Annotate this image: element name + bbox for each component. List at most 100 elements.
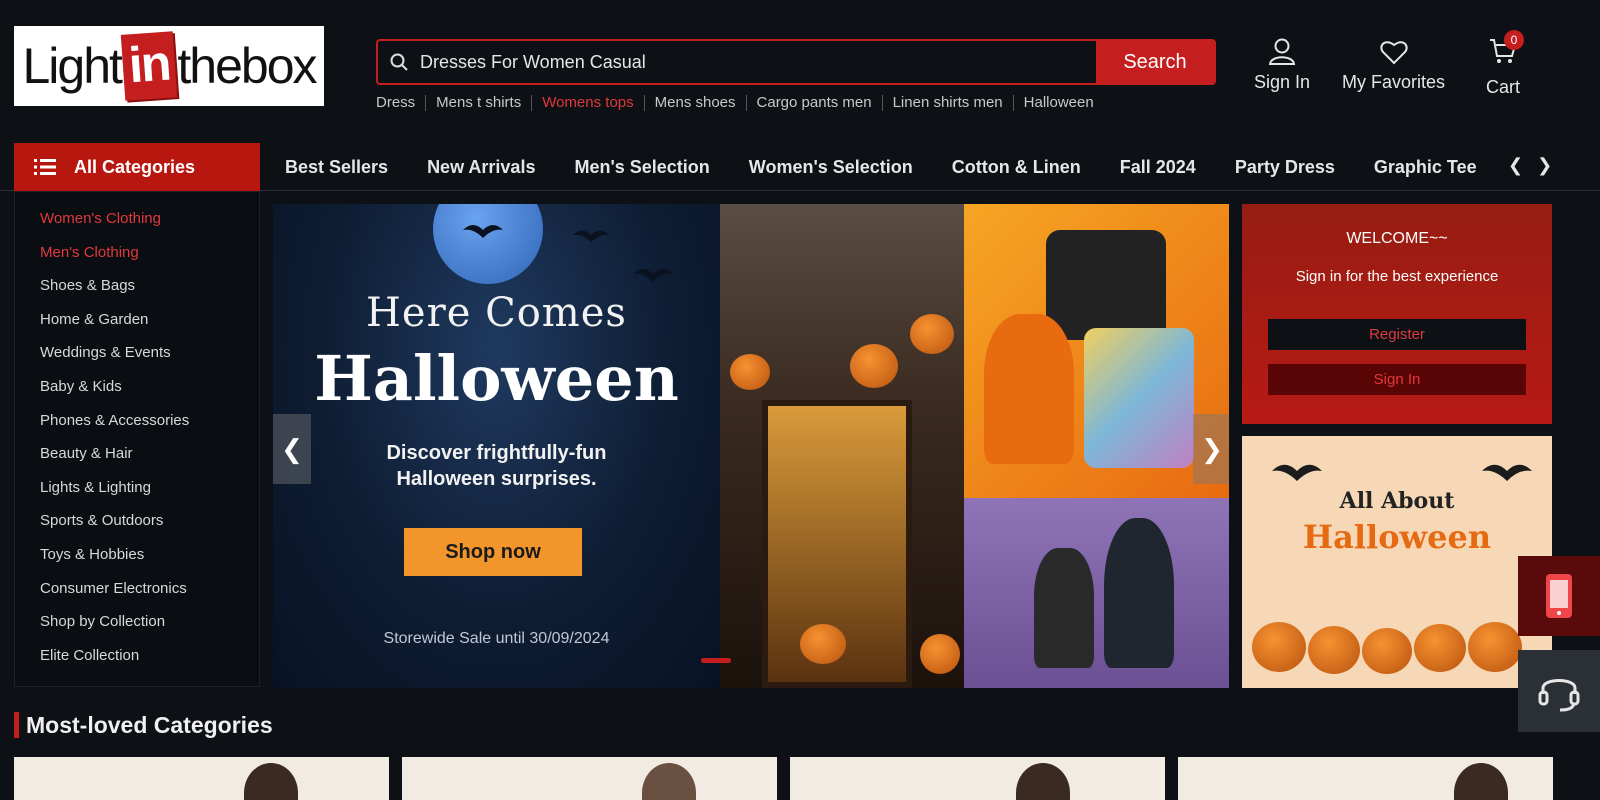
register-button[interactable]: Register bbox=[1268, 319, 1526, 350]
bat-decoration bbox=[633, 269, 673, 282]
hot-word-link[interactable]: Mens shoes bbox=[643, 95, 746, 111]
tshirt-image bbox=[1084, 328, 1194, 468]
pumpkin-decoration bbox=[800, 624, 846, 664]
cart-count-badge: 0 bbox=[1504, 30, 1524, 50]
hot-word-link[interactable]: Cargo pants men bbox=[745, 95, 882, 111]
pumpkin-decoration bbox=[910, 314, 954, 354]
sidebar-item[interactable]: Weddings & Events bbox=[15, 336, 259, 370]
pumpkin-decoration bbox=[1308, 626, 1360, 674]
nav-link[interactable]: Cotton & Linen bbox=[952, 157, 1081, 178]
category-sidebar: Women's Clothing Men's Clothing Shoes & Ba… bbox=[14, 191, 260, 687]
hot-word-link[interactable]: Linen shirts men bbox=[881, 95, 1013, 111]
nav-arrows: ❮ ❯ bbox=[1508, 155, 1552, 176]
cart-link[interactable]: 0 Cart bbox=[1486, 30, 1524, 98]
bat-decoration bbox=[1482, 464, 1532, 481]
favorites-label: My Favorites bbox=[1342, 72, 1446, 92]
moon-decoration bbox=[433, 204, 543, 284]
search-button[interactable]: Search bbox=[1096, 41, 1214, 83]
nav-link[interactable]: Fall 2024 bbox=[1120, 157, 1196, 178]
pumpkin-decoration bbox=[730, 354, 770, 390]
nav-link[interactable]: Men's Selection bbox=[574, 157, 709, 178]
bat-decoration bbox=[463, 225, 503, 238]
sidebar-item[interactable]: Phones & Accessories bbox=[15, 404, 259, 438]
sidebar-item[interactable]: Men's Clothing bbox=[15, 236, 259, 270]
pumpkin-decoration bbox=[1414, 624, 1466, 672]
welcome-panel: WELCOME~~ Sign in for the best experienc… bbox=[1242, 204, 1552, 424]
sidebar-item[interactable]: Elite Collection bbox=[15, 639, 259, 673]
user-icon bbox=[1268, 38, 1296, 65]
pumpkin-decoration bbox=[1252, 622, 1306, 672]
nav-next-icon[interactable]: ❯ bbox=[1537, 155, 1552, 176]
banner-subtitle-line1: Discover frightfully-fun bbox=[386, 442, 607, 464]
tshirt-image bbox=[1046, 230, 1166, 340]
figurine-image bbox=[1034, 548, 1094, 668]
category-card[interactable] bbox=[1178, 757, 1553, 800]
favorites-link[interactable]: My Favorites bbox=[1342, 36, 1445, 93]
sidebar-item[interactable]: Sports & Outdoors bbox=[15, 504, 259, 538]
carousel-dot-active[interactable] bbox=[701, 658, 731, 663]
model-image bbox=[1454, 763, 1508, 800]
dress-image bbox=[984, 314, 1074, 464]
sidebar-item[interactable]: Toys & Hobbies bbox=[15, 538, 259, 572]
pumpkin-decoration bbox=[1468, 622, 1522, 672]
search-bar: Search bbox=[376, 39, 1216, 85]
sidebar-item[interactable]: Consumer Electronics bbox=[15, 572, 259, 606]
nav-link[interactable]: Best Sellers bbox=[285, 157, 388, 178]
nav-prev-icon[interactable]: ❮ bbox=[1508, 155, 1523, 176]
sidebar-item[interactable]: Shoes & Bags bbox=[15, 269, 259, 303]
sidebar-item[interactable]: Shop by Collection bbox=[15, 605, 259, 639]
pumpkin-decoration bbox=[1362, 628, 1412, 674]
bat-decoration bbox=[1272, 464, 1322, 481]
all-categories-button[interactable]: All Categories bbox=[14, 143, 260, 191]
heart-icon bbox=[1379, 41, 1408, 65]
hot-word-link[interactable]: Womens tops bbox=[531, 95, 643, 111]
pumpkin-decoration bbox=[850, 344, 898, 388]
welcome-subtitle: Sign in for the best experience bbox=[1295, 268, 1499, 285]
promo-line2: Halloween bbox=[1302, 518, 1492, 556]
hot-search-words: Dress Mens t shirts Womens tops Mens shoes C… bbox=[376, 95, 1104, 111]
welcome-sign-in-button[interactable]: Sign In bbox=[1268, 364, 1526, 395]
banner-subtitle: Discover frightfully-fun Halloween surpr… bbox=[273, 440, 720, 492]
banner-prev-button[interactable]: ❮ bbox=[273, 414, 311, 484]
hot-word-link[interactable]: Mens t shirts bbox=[425, 95, 531, 111]
category-card[interactable] bbox=[790, 757, 1165, 800]
sidebar-item[interactable]: Lights & Lighting bbox=[15, 471, 259, 505]
banner-subtitle-line2: Halloween surprises. bbox=[396, 468, 597, 490]
nav-link[interactable]: Party Dress bbox=[1235, 157, 1335, 178]
promo-line1: All About bbox=[1339, 488, 1455, 514]
hot-word-link[interactable]: Halloween bbox=[1012, 95, 1104, 111]
banner-halloween-panel: Here Comes Halloween Discover frightfull… bbox=[273, 204, 720, 688]
nav-link[interactable]: Graphic Tee bbox=[1374, 157, 1477, 178]
category-card[interactable] bbox=[14, 757, 389, 800]
sidebar-item[interactable]: Beauty & Hair bbox=[15, 437, 259, 471]
banner-next-button[interactable]: ❯ bbox=[1193, 414, 1229, 484]
hot-word-link[interactable]: Dress bbox=[376, 95, 425, 111]
halloween-promo-card[interactable]: All About Halloween bbox=[1242, 436, 1552, 688]
search-icon bbox=[378, 41, 420, 83]
sidebar-item[interactable]: Home & Garden bbox=[15, 303, 259, 337]
search-input[interactable] bbox=[420, 41, 1096, 83]
banner-sale-text: Storewide Sale until 30/09/2024 bbox=[383, 630, 610, 647]
logo-text-left: Light bbox=[22, 38, 123, 94]
sign-in-link[interactable]: Sign In bbox=[1254, 36, 1310, 93]
banner-figurine-image bbox=[964, 498, 1229, 688]
shop-now-button[interactable]: Shop now bbox=[404, 528, 582, 576]
chevron-right-icon: ❯ bbox=[1201, 433, 1223, 464]
logo-text-right: thebox bbox=[177, 38, 317, 94]
nav-link[interactable]: New Arrivals bbox=[427, 157, 535, 178]
hero-banner[interactable]: Here Comes Halloween Discover frightfull… bbox=[273, 204, 1229, 688]
banner-title-line2: Halloween bbox=[314, 342, 679, 415]
site-logo[interactable]: Light in thebox bbox=[14, 26, 324, 106]
nav-link[interactable]: Women's Selection bbox=[749, 157, 913, 178]
all-categories-label: All Categories bbox=[74, 156, 196, 177]
category-card[interactable] bbox=[402, 757, 777, 800]
sidebar-item[interactable]: Women's Clothing bbox=[15, 202, 259, 236]
phone-icon bbox=[1546, 574, 1572, 618]
app-download-button[interactable] bbox=[1518, 556, 1600, 636]
menu-icon bbox=[34, 159, 56, 175]
sidebar-item[interactable]: Baby & Kids bbox=[15, 370, 259, 404]
model-image bbox=[1016, 763, 1070, 800]
customer-support-button[interactable] bbox=[1518, 650, 1600, 732]
page: Light in thebox Search DressMens t shirt… bbox=[0, 0, 1600, 800]
bat-decoration bbox=[573, 230, 609, 243]
